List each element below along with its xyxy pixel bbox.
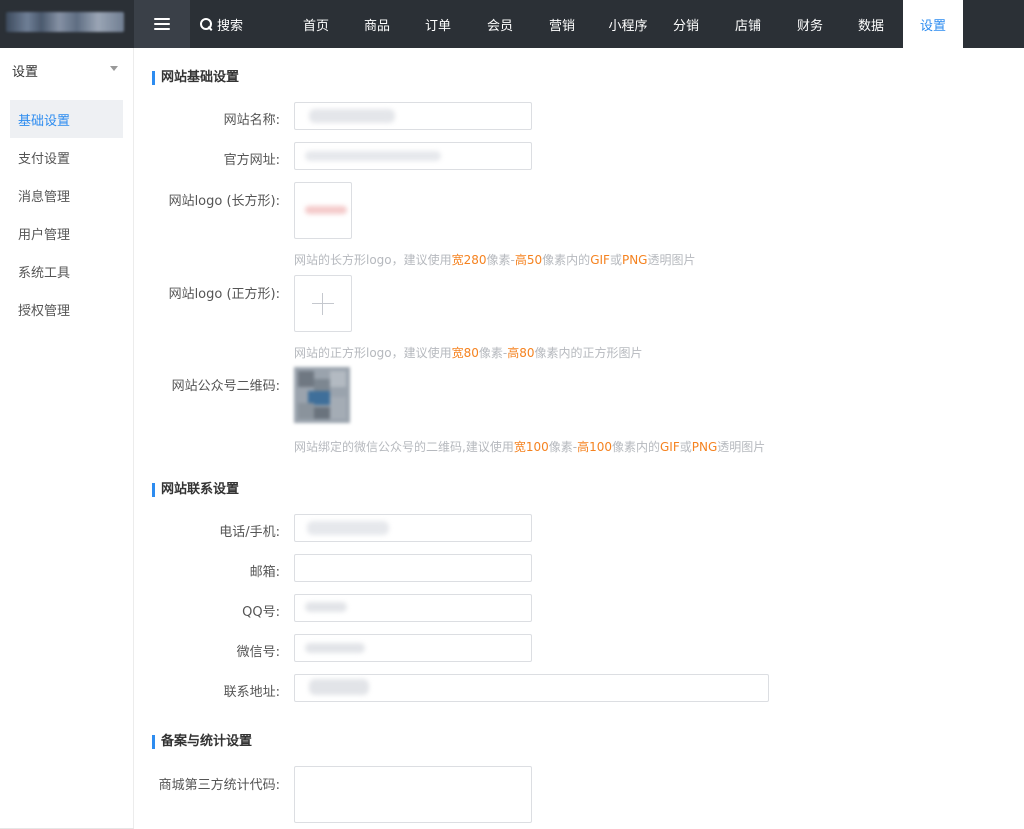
section-title-stats: 备案与统计设置 bbox=[152, 735, 252, 749]
nav-data[interactable]: 数据 bbox=[845, 0, 897, 48]
qq-label: QQ号: bbox=[242, 605, 280, 620]
site-url-label: 官方网址: bbox=[223, 153, 280, 168]
brand-logo-image bbox=[6, 12, 124, 32]
email-input[interactable] bbox=[294, 554, 532, 582]
nav-marketing[interactable]: 营销 bbox=[536, 0, 588, 48]
redacted-value bbox=[305, 151, 441, 161]
section-title-basic: 网站基础设置 bbox=[152, 71, 239, 85]
top-navigation-bar: 搜索 首页 商品 订单 会员 营销 小程序 分销 店铺 财务 数据 设置 bbox=[0, 0, 1024, 48]
site-name-input[interactable] bbox=[294, 102, 532, 130]
nav-members[interactable]: 会员 bbox=[474, 0, 526, 48]
redacted-value bbox=[307, 521, 389, 535]
search-button[interactable]: 搜索 bbox=[200, 0, 243, 48]
nav-home[interactable]: 首页 bbox=[290, 0, 342, 48]
address-label: 联系地址: bbox=[223, 685, 280, 700]
nav-products[interactable]: 商品 bbox=[351, 0, 403, 48]
settings-sidebar: 设置 基础设置 支付设置 消息管理 用户管理 系统工具 授权管理 bbox=[0, 48, 134, 829]
nav-distribution[interactable]: 分销 bbox=[660, 0, 712, 48]
redacted-value bbox=[309, 679, 369, 695]
sidebar-header[interactable]: 设置 bbox=[12, 61, 38, 80]
redacted-value bbox=[305, 602, 347, 612]
logo-rect-label: 网站logo (长方形): bbox=[168, 194, 280, 209]
logo-rect-upload[interactable] bbox=[294, 182, 352, 239]
email-label: 邮箱: bbox=[249, 565, 280, 580]
chevron-down-icon[interactable] bbox=[110, 66, 118, 71]
wechat-input[interactable] bbox=[294, 634, 532, 662]
site-name-label: 网站名称: bbox=[223, 113, 280, 128]
redacted-value bbox=[309, 109, 395, 123]
hamburger-icon bbox=[154, 18, 170, 30]
logo-rect-preview bbox=[305, 206, 347, 214]
sidebar-item-payment-settings[interactable]: 支付设置 bbox=[10, 138, 123, 176]
brand-logo[interactable] bbox=[0, 0, 134, 48]
section-title-contact: 网站联系设置 bbox=[152, 483, 239, 497]
address-input[interactable] bbox=[294, 674, 769, 702]
qr-code-label: 网站公众号二维码: bbox=[171, 379, 280, 394]
nav-finance[interactable]: 财务 bbox=[784, 0, 836, 48]
logo-square-hint: 网站的正方形logo，建议使用宽80像素-高80像素内的正方形图片 bbox=[294, 346, 643, 360]
redacted-value bbox=[305, 643, 365, 653]
nav-store[interactable]: 店铺 bbox=[722, 0, 774, 48]
sidebar-item-user-management[interactable]: 用户管理 bbox=[10, 214, 123, 252]
settings-form: 网站基础设置 网站名称: 官方网址: 网站logo (长方形): 网站的长方形l… bbox=[134, 48, 1024, 829]
stats-code-label: 商城第三方统计代码: bbox=[158, 778, 280, 793]
phone-input[interactable] bbox=[294, 514, 532, 542]
logo-square-upload[interactable] bbox=[294, 275, 352, 332]
sidebar-item-system-tools[interactable]: 系统工具 bbox=[10, 252, 123, 290]
search-icon bbox=[200, 17, 213, 31]
site-url-input[interactable] bbox=[294, 142, 532, 170]
qr-code-hint: 网站绑定的微信公众号的二维码,建议使用宽100像素-高100像素内的GIF或PN… bbox=[294, 440, 766, 454]
qq-input[interactable] bbox=[294, 594, 532, 622]
nav-orders[interactable]: 订单 bbox=[412, 0, 464, 48]
stats-code-textarea[interactable] bbox=[294, 766, 532, 823]
nav-mini-program[interactable]: 小程序 bbox=[598, 0, 658, 48]
qr-code-upload[interactable] bbox=[294, 367, 352, 424]
wechat-label: 微信号: bbox=[236, 645, 280, 660]
nav-settings[interactable]: 设置 bbox=[903, 0, 963, 48]
logo-square-label: 网站logo (正方形): bbox=[168, 287, 280, 302]
logo-rect-hint: 网站的长方形logo，建议使用宽280像素-高50像素内的GIF或PNG透明图片 bbox=[294, 253, 696, 267]
menu-toggle-button[interactable] bbox=[134, 0, 190, 48]
search-label: 搜索 bbox=[217, 18, 244, 34]
sidebar-item-message-management[interactable]: 消息管理 bbox=[10, 176, 123, 214]
sidebar-item-basic-settings[interactable]: 基础设置 bbox=[10, 100, 123, 138]
qr-code-image bbox=[294, 367, 350, 423]
phone-label: 电话/手机: bbox=[219, 525, 280, 540]
sidebar-item-authorization[interactable]: 授权管理 bbox=[10, 290, 123, 328]
plus-icon bbox=[312, 292, 334, 315]
